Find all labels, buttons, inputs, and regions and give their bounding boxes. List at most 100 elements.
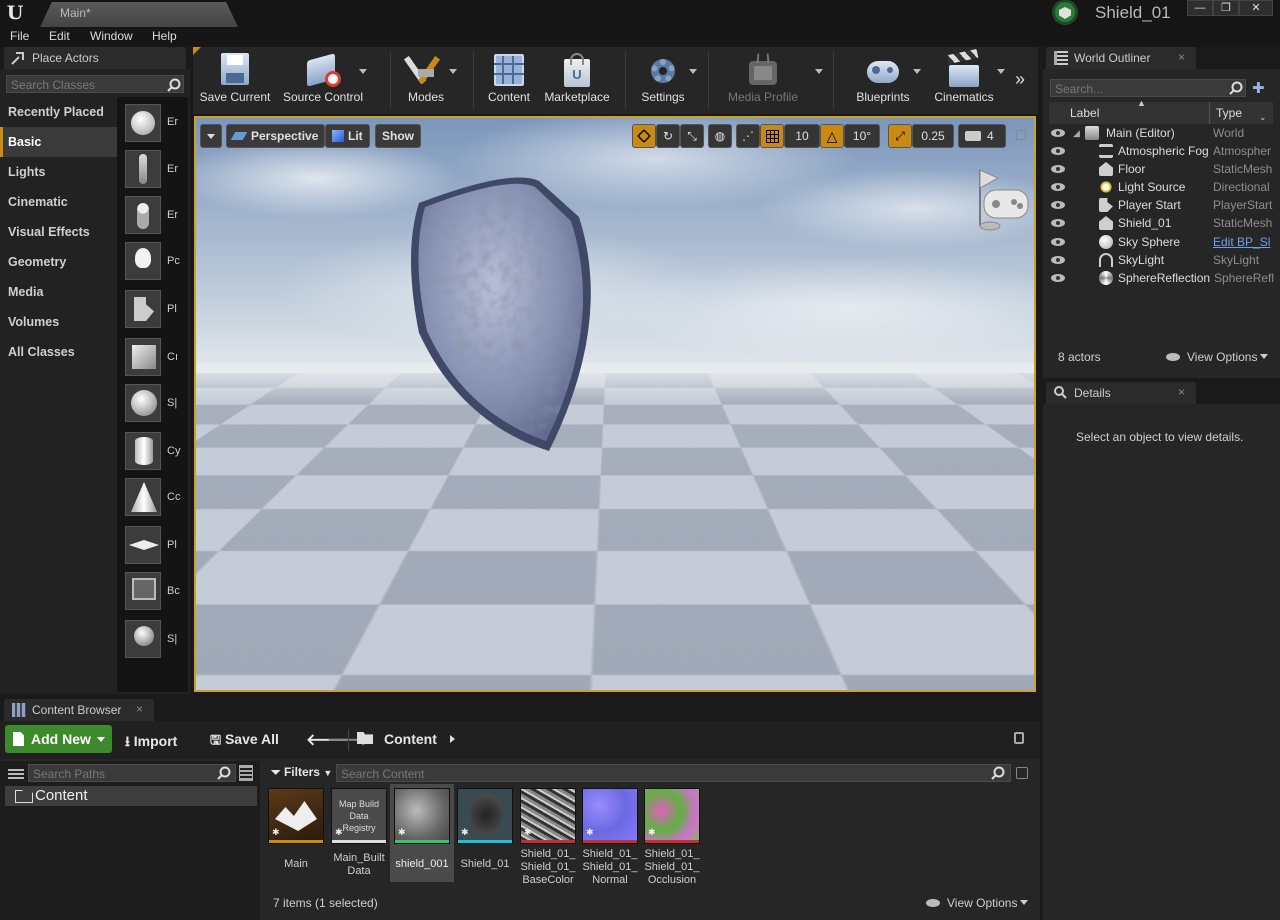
details-tab[interactable]: Details × — [1046, 382, 1196, 404]
surface-snap-icon[interactable]: ⋰ — [736, 124, 760, 148]
shield-mesh[interactable] — [401, 173, 631, 458]
content-button[interactable]: Content — [481, 47, 537, 114]
maximize-button[interactable]: ❐ — [1213, 0, 1239, 16]
place-actors-tab[interactable]: Place Actors — [4, 47, 186, 69]
category-visual-effects[interactable]: Visual Effects — [0, 217, 117, 247]
translate-mode-icon[interactable] — [632, 124, 656, 148]
maximize-viewport-icon[interactable] — [1016, 130, 1026, 140]
category-geometry[interactable]: Geometry — [0, 247, 117, 277]
add-new-button[interactable]: Add New — [5, 725, 112, 753]
document-tab[interactable]: Main* — [40, 2, 238, 27]
outliner-row[interactable]: SkyLight SkyLight — [1049, 251, 1273, 269]
chevron-down-icon[interactable] — [913, 69, 921, 74]
lock-icon[interactable] — [1014, 732, 1024, 744]
show-button[interactable]: Show — [375, 124, 421, 148]
visibility-eye-icon[interactable] — [1051, 274, 1065, 282]
chevron-down-icon[interactable] — [359, 69, 367, 74]
minimize-button[interactable]: — — [1187, 0, 1213, 16]
filters-button[interactable]: ⏷ Filters ▼ — [271, 765, 332, 780]
close-tab-icon[interactable]: × — [1178, 385, 1185, 399]
category-cinematic[interactable]: Cinematic — [0, 187, 117, 217]
search-paths-input[interactable]: Search Paths — [28, 764, 236, 782]
import-button[interactable]: ⭳ Import — [125, 731, 177, 755]
source-control-button[interactable]: Source Control — [279, 47, 367, 114]
visibility-eye-icon[interactable] — [1051, 201, 1065, 209]
sources-toggle-icon[interactable] — [8, 767, 24, 779]
outliner-row[interactable]: ◢ Main (Editor) World — [1049, 124, 1273, 142]
category-all-classes[interactable]: All Classes — [0, 337, 117, 367]
visibility-eye-icon[interactable] — [1051, 219, 1065, 227]
grid-snap-icon[interactable] — [760, 124, 784, 148]
help-icon[interactable]: ? — [210, 666, 222, 678]
perspective-button[interactable]: Perspective — [226, 124, 326, 148]
search-classes-input[interactable]: Search Classes — [6, 75, 184, 93]
save-search-icon[interactable] — [1016, 767, 1028, 779]
outliner-row[interactable]: Light Source Directional — [1049, 178, 1273, 196]
menu-help[interactable]: Help — [152, 29, 177, 43]
modes-button[interactable]: Modes — [393, 47, 459, 114]
camera-speed-button[interactable]: 4 — [958, 124, 1006, 148]
content-browser-tab[interactable]: Content Browser × — [4, 699, 154, 721]
world-outliner-tab[interactable]: World Outliner × — [1046, 47, 1196, 69]
expand-arrow-icon[interactable]: ◢ — [1073, 124, 1080, 142]
chevron-down-icon[interactable] — [689, 69, 697, 74]
category-lights[interactable]: Lights — [0, 157, 117, 187]
path-options-icon[interactable] — [239, 765, 253, 781]
category-recently-placed[interactable]: Recently Placed — [0, 97, 117, 127]
visibility-eye-icon[interactable] — [1051, 165, 1065, 173]
outliner-row[interactable]: Atmospheric Fog Atmospher — [1049, 142, 1273, 160]
save-all-button[interactable]: 🖫 Save All — [210, 731, 279, 753]
world-space-icon[interactable]: ◍ — [708, 124, 732, 148]
outliner-row[interactable]: SphereReflection SphereRefl — [1049, 269, 1274, 287]
visibility-eye-icon[interactable] — [1051, 147, 1065, 155]
chevron-down-icon[interactable] — [997, 69, 1005, 74]
unreal-logo-icon[interactable]: U — [4, 2, 26, 24]
visibility-eye-icon[interactable] — [1051, 129, 1065, 137]
menu-window[interactable]: Window — [90, 29, 133, 43]
viewport-options-button[interactable] — [200, 124, 222, 148]
scale-snap-value[interactable]: 0.25 — [912, 124, 954, 148]
blueprints-button[interactable]: Blueprints — [845, 47, 921, 114]
chevron-down-icon[interactable] — [449, 69, 457, 74]
grid-snap-value[interactable]: 10 — [784, 124, 820, 148]
scale-snap-icon[interactable]: ⤢ — [888, 124, 912, 148]
lit-button[interactable]: Lit — [325, 124, 370, 148]
rotation-snap-value[interactable]: 10° — [844, 124, 880, 148]
close-tab-icon[interactable]: × — [136, 702, 143, 716]
breadcrumb-arrow-icon[interactable] — [450, 735, 455, 743]
category-media[interactable]: Media — [0, 277, 117, 307]
edit-blueprint-link[interactable]: Edit BP_Sl — [1213, 233, 1273, 251]
search-content-input[interactable]: Search Content — [336, 764, 1011, 782]
media-profile-button[interactable]: Media Profile — [723, 47, 823, 114]
col-type-header[interactable]: Type — [1216, 106, 1242, 120]
visibility-eye-icon[interactable] — [1051, 256, 1065, 264]
category-volumes[interactable]: Volumes — [0, 307, 117, 337]
chevron-down-icon[interactable]: ⌄ — [1259, 112, 1267, 123]
col-label-header[interactable]: Label — [1070, 106, 1099, 120]
settings-button[interactable]: Settings — [633, 47, 697, 114]
cinematics-button[interactable]: Cinematics — [927, 47, 1005, 114]
marketplace-button[interactable]: U Marketplace — [541, 47, 613, 114]
category-basic[interactable]: Basic — [0, 127, 117, 157]
breadcrumb-content[interactable]: Content — [384, 731, 437, 747]
menu-file[interactable]: File — [10, 29, 29, 43]
save-current-button[interactable]: Save Current — [197, 47, 273, 114]
close-tab-icon[interactable]: × — [1178, 50, 1185, 64]
outliner-search-input[interactable]: Search... — [1050, 79, 1246, 97]
toolbar-overflow-icon[interactable]: » — [1015, 69, 1025, 90]
outliner-row[interactable]: Shield_01 StaticMesh — [1049, 214, 1273, 232]
level-viewport[interactable]: Perspective Lit Show ↻ ⤡ ◍ ⋰ 10 △ 10° ⤢ … — [194, 116, 1036, 692]
player-start-actor-icon[interactable] — [976, 166, 1032, 234]
rotate-mode-icon[interactable]: ↻ — [656, 124, 680, 148]
outliner-row[interactable]: Player Start PlayerStart — [1049, 196, 1273, 214]
visibility-eye-icon[interactable] — [1051, 238, 1065, 246]
close-button[interactable]: ✕ — [1239, 0, 1273, 16]
rotation-snap-icon[interactable]: △ — [820, 124, 844, 148]
outliner-row[interactable]: Sky Sphere Edit BP_Sl — [1049, 233, 1273, 251]
column-divider[interactable] — [1209, 102, 1210, 124]
outliner-row[interactable]: Floor StaticMesh — [1049, 160, 1273, 178]
chevron-down-icon[interactable] — [815, 69, 823, 74]
scale-mode-icon[interactable]: ⤡ — [680, 124, 704, 148]
add-filter-icon[interactable]: ✚ — [1252, 79, 1268, 97]
visibility-eye-icon[interactable] — [1051, 183, 1065, 191]
